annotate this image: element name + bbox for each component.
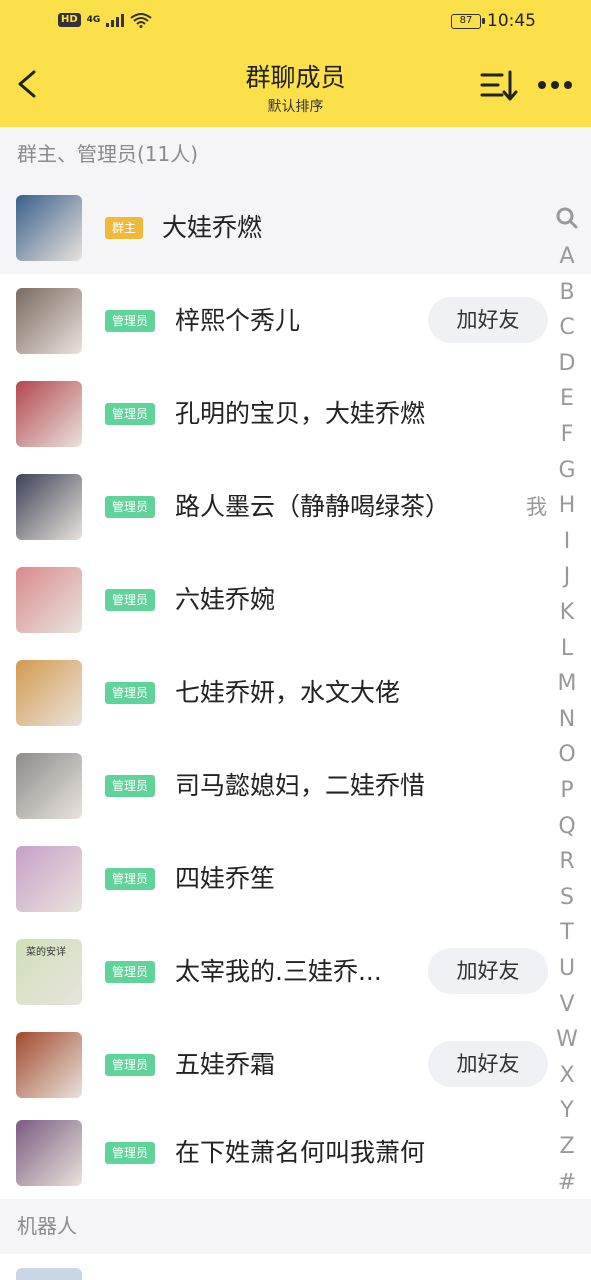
index-search[interactable] — [552, 206, 582, 236]
member-name: 四娃乔笙 — [175, 864, 276, 893]
member-avatar[interactable] — [16, 846, 82, 912]
member-avatar[interactable] — [16, 660, 82, 726]
member-avatar[interactable] — [16, 753, 82, 819]
more-button[interactable] — [534, 66, 576, 106]
member-row[interactable]: 管理员 路人墨云（静静喝绿茶） 我 — [0, 460, 591, 553]
admin-badge: 管理员 — [105, 682, 156, 704]
index-letter-y[interactable]: Y — [552, 1098, 582, 1123]
admin-badge: 管理员 — [105, 310, 156, 332]
admin-badge: 管理员 — [105, 961, 156, 983]
sort-icon — [480, 70, 518, 101]
index-letter-hash[interactable]: # — [552, 1170, 582, 1195]
admin-badge: 管理员 — [105, 1054, 156, 1076]
section-header-admins: 群主、管理员(11人) — [0, 127, 591, 181]
member-avatar[interactable] — [16, 474, 82, 540]
index-letter-n[interactable]: N — [552, 707, 582, 732]
member-avatar[interactable] — [16, 567, 82, 633]
network-type: 4G — [86, 15, 101, 25]
battery-icon: 87 — [451, 13, 485, 29]
member-row[interactable]: 管理员 在下姓萧名何叫我萧何 — [0, 1106, 591, 1199]
member-name: 五娃乔霜 — [175, 1050, 276, 1079]
nav-header: 群聊成员 默认排序 — [0, 44, 591, 127]
bot-row[interactable] — [0, 1254, 591, 1280]
wifi-icon — [130, 13, 152, 28]
status-bar: HD 4G 87 10:45 — [0, 0, 591, 44]
index-letter-l[interactable]: L — [552, 636, 582, 661]
member-avatar[interactable]: 菜的安详 — [16, 939, 82, 1005]
self-tag: 我 — [526, 495, 547, 519]
clock: 10:45 — [487, 11, 536, 31]
admin-badge: 管理员 — [105, 868, 156, 890]
member-name: 司马懿媳妇，二娃乔惜 — [175, 771, 426, 800]
index-letter-d[interactable]: D — [552, 351, 582, 376]
member-name: 太宰我的.三娃乔... — [175, 957, 382, 986]
bot-avatar[interactable] — [16, 1268, 82, 1280]
search-icon — [556, 207, 578, 229]
index-letter-p[interactable]: P — [552, 778, 582, 803]
index-letter-u[interactable]: U — [552, 956, 582, 981]
avatar-caption: 菜的安详 — [26, 947, 66, 958]
index-letter-w[interactable]: W — [552, 1027, 582, 1052]
section-header-bots: 机器人 — [0, 1199, 591, 1253]
add-friend-button[interactable]: 加好友 — [428, 297, 548, 343]
add-friend-button[interactable]: 加好友 — [428, 948, 548, 994]
index-letter-j[interactable]: J — [552, 564, 582, 589]
member-name: 梓熙个秀儿 — [175, 306, 301, 335]
index-letter-b[interactable]: B — [552, 280, 582, 305]
add-friend-button[interactable]: 加好友 — [428, 1041, 548, 1087]
member-avatar[interactable] — [16, 1120, 82, 1186]
member-row[interactable]: 群主 大娃乔燃 — [0, 181, 591, 274]
index-letter-z[interactable]: Z — [552, 1134, 582, 1159]
index-letter-i[interactable]: I — [552, 529, 582, 554]
member-avatar[interactable] — [16, 1032, 82, 1098]
index-letter-m[interactable]: M — [552, 671, 582, 696]
member-name: 六娃乔婉 — [175, 585, 276, 614]
index-letter-q[interactable]: Q — [552, 814, 582, 839]
member-row[interactable]: 管理员 五娃乔霜 加好友 — [0, 1018, 591, 1111]
owner-badge: 群主 — [105, 217, 144, 239]
index-letter-e[interactable]: E — [552, 386, 582, 411]
member-avatar[interactable] — [16, 195, 82, 261]
member-row[interactable]: 管理员 司马懿媳妇，二娃乔惜 — [0, 739, 591, 832]
member-name: 路人墨云（静静喝绿茶） — [175, 492, 451, 521]
member-avatar[interactable] — [16, 288, 82, 354]
index-letter-f[interactable]: F — [552, 422, 582, 447]
status-left: HD 4G — [58, 12, 152, 28]
member-row[interactable]: 菜的安详 管理员 太宰我的.三娃乔... 加好友 — [0, 925, 591, 1018]
index-letter-s[interactable]: S — [552, 885, 582, 910]
index-letter-g[interactable]: G — [552, 458, 582, 483]
index-letter-k[interactable]: K — [552, 600, 582, 625]
admin-badge: 管理员 — [105, 1142, 156, 1164]
hd-badge: HD — [58, 13, 81, 27]
index-letter-h[interactable]: H — [552, 493, 582, 518]
status-right: 87 10:45 — [451, 11, 536, 31]
index-letter-t[interactable]: T — [552, 920, 582, 945]
member-row[interactable]: 管理员 梓熙个秀儿 加好友 — [0, 274, 591, 367]
more-icon — [538, 81, 572, 89]
admin-badge: 管理员 — [105, 496, 156, 518]
index-letter-r[interactable]: R — [552, 849, 582, 874]
admin-badge: 管理员 — [105, 403, 156, 425]
signal-icon — [106, 14, 125, 27]
member-name: 大娃乔燃 — [162, 213, 263, 242]
member-name: 七娃乔妍，水文大佬 — [175, 678, 401, 707]
index-letter-c[interactable]: C — [552, 315, 582, 340]
member-name: 在下姓萧名何叫我萧何 — [175, 1138, 426, 1167]
admin-badge: 管理员 — [105, 589, 156, 611]
member-row[interactable]: 管理员 孔明的宝贝，大娃乔燃 — [0, 367, 591, 460]
member-row[interactable]: 管理员 七娃乔妍，水文大佬 — [0, 646, 591, 739]
index-letter-v[interactable]: V — [552, 992, 582, 1017]
member-row[interactable]: 管理员 四娃乔笙 — [0, 832, 591, 925]
index-letter-o[interactable]: O — [552, 742, 582, 767]
member-name: 孔明的宝贝，大娃乔燃 — [175, 399, 426, 428]
member-avatar[interactable] — [16, 381, 82, 447]
sort-button[interactable] — [478, 66, 520, 106]
member-row[interactable]: 管理员 六娃乔婉 — [0, 553, 591, 646]
admin-badge: 管理员 — [105, 775, 156, 797]
index-letter-x[interactable]: X — [552, 1063, 582, 1088]
index-letter-a[interactable]: A — [552, 244, 582, 269]
